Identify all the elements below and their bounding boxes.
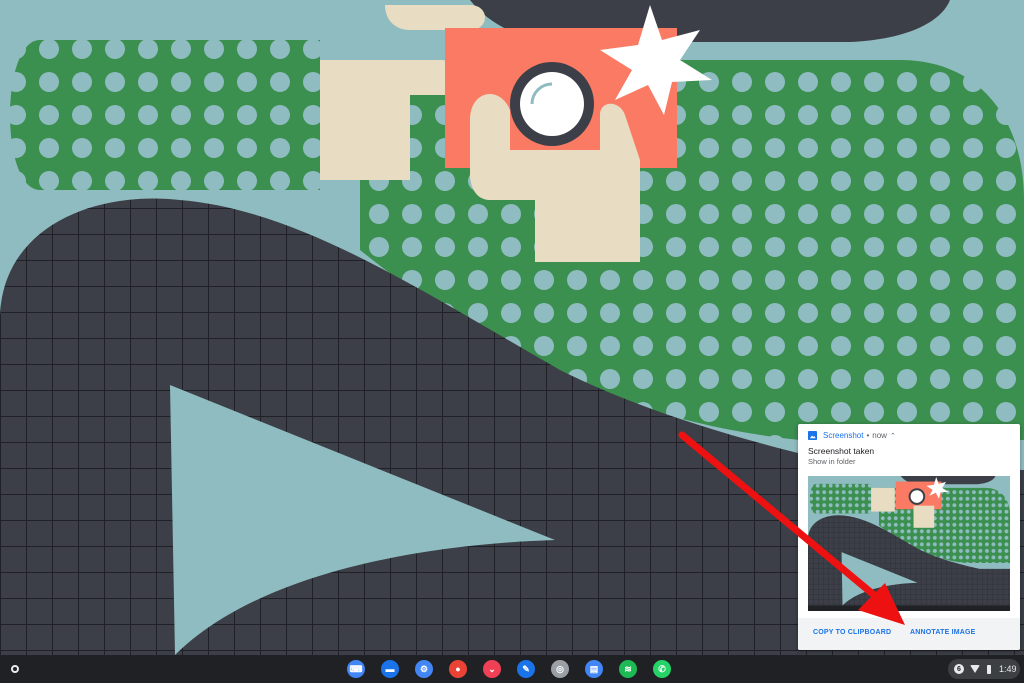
show-in-folder-link[interactable]: Show in folder (808, 457, 856, 466)
notification-count-badge: 6 (954, 664, 964, 674)
spotify-icon: ≋ (619, 660, 637, 678)
notification-title: Screenshot taken (808, 446, 875, 456)
shelf-app-messages[interactable]: ▤ (582, 657, 606, 681)
shelf-apps: ⌨ ▬ ⚙ ● ⌄ ✎ ◎ ▤ ≋ ✆ (344, 657, 684, 681)
settings-gear-icon: ⚙ (415, 660, 433, 678)
launcher-icon (11, 665, 19, 673)
shelf-app-pocket[interactable]: ⌄ (480, 657, 504, 681)
notification-header: Screenshot • now ⌃ (808, 431, 896, 440)
shelf-app-keyboard-app[interactable]: ⌨ (344, 657, 368, 681)
shelf-app-settings-gear[interactable]: ⚙ (412, 657, 436, 681)
status-tray[interactable]: 6 1:49 (948, 659, 1020, 679)
notification-time: now (872, 431, 887, 440)
screenshot-notification[interactable]: Screenshot • now ⌃ Screenshot taken Show… (798, 424, 1020, 650)
whatsapp-icon: ✆ (653, 660, 671, 678)
shelf: ⌨ ▬ ⚙ ● ⌄ ✎ ◎ ▤ ≋ ✆ 6 1:49 (0, 655, 1024, 683)
notification-app-name: Screenshot (823, 431, 864, 440)
chrome-icon: ● (449, 660, 467, 678)
messages-icon: ▤ (585, 660, 603, 678)
clock: 1:49 (999, 664, 1017, 674)
shelf-app-pen-app[interactable]: ✎ (514, 657, 538, 681)
battery-icon (987, 664, 991, 674)
wifi-icon (970, 665, 980, 673)
annotate-image-button[interactable]: ANNOTATE IMAGE (910, 629, 976, 636)
pocket-icon: ⌄ (483, 660, 501, 678)
shelf-app-files[interactable]: ▬ (378, 657, 402, 681)
image-icon (808, 431, 817, 440)
shelf-app-spotify[interactable]: ≋ (616, 657, 640, 681)
screenshot-thumbnail[interactable] (808, 476, 1010, 611)
shelf-app-whatsapp[interactable]: ✆ (650, 657, 674, 681)
separator-dot: • (866, 431, 870, 440)
notification-actions: COPY TO CLIPBOARD ANNOTATE IMAGE (798, 618, 1020, 650)
left-sleeve (10, 40, 320, 190)
shelf-app-chrome[interactable]: ● (446, 657, 470, 681)
launcher-button[interactable] (4, 658, 26, 680)
keyboard-app-icon: ⌨ (347, 660, 365, 678)
photos-search-icon: ◎ (551, 660, 569, 678)
shelf-app-photos-search[interactable]: ◎ (548, 657, 572, 681)
files-icon: ▬ (381, 660, 399, 678)
copy-to-clipboard-button[interactable]: COPY TO CLIPBOARD (813, 629, 891, 636)
chevron-up-icon[interactable]: ⌃ (890, 432, 896, 440)
pen-app-icon: ✎ (517, 660, 535, 678)
